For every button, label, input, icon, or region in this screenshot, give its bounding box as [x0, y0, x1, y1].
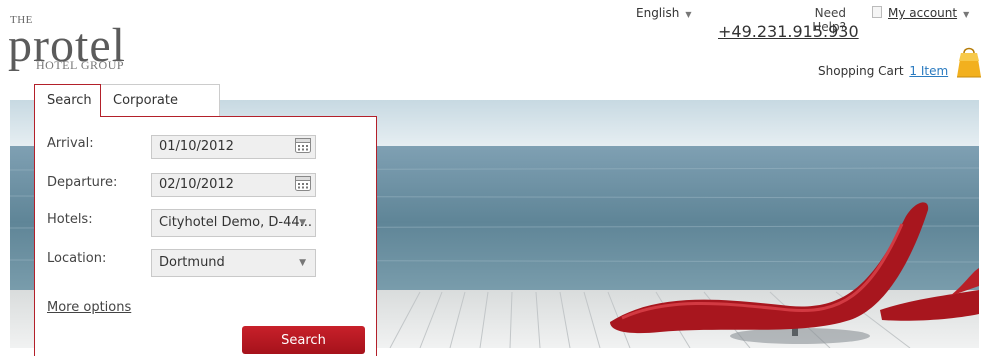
departure-label: Departure:: [47, 175, 118, 190]
shopping-cart-count-link[interactable]: 1 Item: [909, 64, 948, 78]
shopping-cart-label: Shopping Cart: [818, 64, 904, 78]
location-selected-value: Dortmund: [159, 255, 225, 270]
phone-number[interactable]: +49.231.915.930: [718, 22, 859, 41]
my-account-link[interactable]: My account: [888, 6, 957, 20]
my-account-menu[interactable]: My account ▼: [872, 6, 969, 20]
logo-hotel-group: HOTEL GROUP: [36, 58, 125, 72]
arrival-label: Arrival:: [47, 136, 94, 151]
calendar-icon[interactable]: [294, 174, 312, 192]
more-options-link[interactable]: More options: [47, 300, 131, 315]
departure-date-field[interactable]: 02/10/2012: [151, 173, 316, 197]
search-button[interactable]: Search: [242, 326, 365, 354]
departure-date-value: 02/10/2012: [159, 177, 234, 192]
location-label: Location:: [47, 251, 107, 266]
tab-search[interactable]: Search: [34, 84, 101, 117]
booking-search-panel: Arrival: 01/10/2012 Departure: 02/10/201…: [34, 116, 377, 356]
shopping-cart: Shopping Cart 1 Item: [818, 64, 948, 78]
chevron-down-icon: ▼: [299, 218, 306, 228]
account-icon: [872, 6, 882, 18]
language-selector[interactable]: English ▼: [636, 6, 692, 20]
calendar-icon[interactable]: [294, 136, 312, 154]
arrival-date-value: 01/10/2012: [159, 139, 234, 154]
arrival-date-field[interactable]: 01/10/2012: [151, 135, 316, 159]
chevron-down-icon: ▼: [299, 258, 306, 268]
hotels-select[interactable]: Cityhotel Demo, D-44... ▼: [151, 209, 316, 237]
language-label: English: [636, 6, 680, 20]
hotels-label: Hotels:: [47, 212, 93, 227]
tab-corporate[interactable]: Corporate: [100, 84, 220, 116]
shopping-bag-icon[interactable]: [955, 47, 983, 79]
chevron-down-icon: ▼: [963, 10, 970, 19]
chevron-down-icon: ▼: [685, 10, 692, 19]
hotels-selected-value: Cityhotel Demo, D-44...: [159, 215, 313, 230]
location-select[interactable]: Dortmund ▼: [151, 249, 316, 277]
protel-logo[interactable]: THE protel HOTEL GROUP: [8, 12, 148, 82]
